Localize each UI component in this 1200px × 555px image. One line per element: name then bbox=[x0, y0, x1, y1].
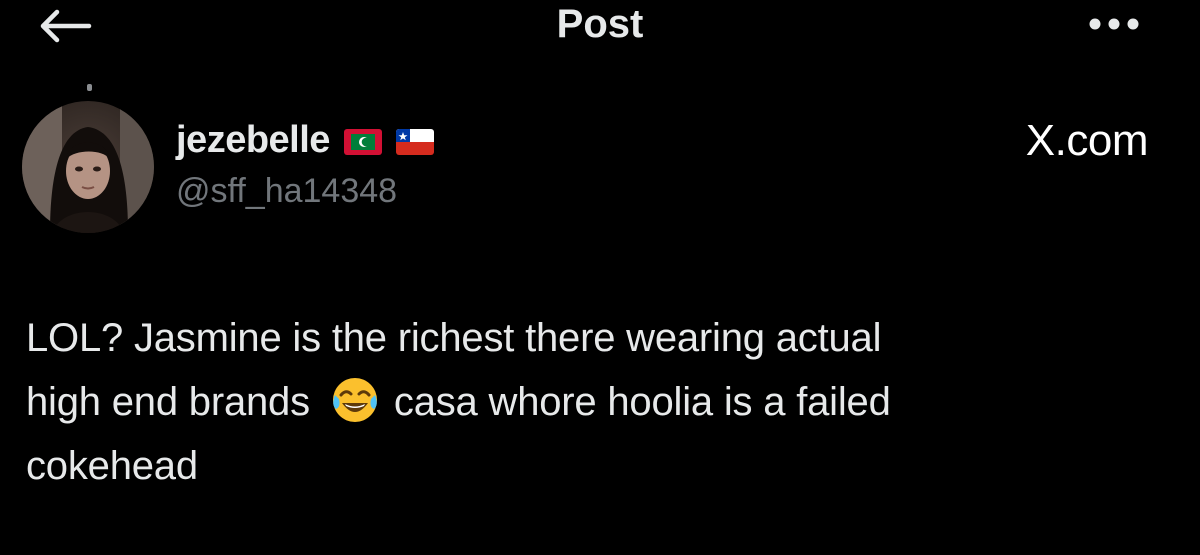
source-watermark: X.com bbox=[1025, 116, 1149, 165]
top-bar: Post bbox=[0, 0, 1200, 60]
post-line-2: high end brands casa whore hoolia is a f… bbox=[26, 370, 1146, 434]
face-with-tears-of-joy-icon bbox=[332, 378, 377, 422]
maldives-flag-icon bbox=[343, 129, 382, 155]
chile-flag-icon bbox=[395, 129, 434, 155]
avatar[interactable] bbox=[22, 101, 154, 233]
post-line-1: LOL? Jasmine is the richest there wearin… bbox=[26, 316, 882, 360]
back-button[interactable] bbox=[36, 6, 94, 46]
post-text: LOL? Jasmine is the richest there wearin… bbox=[26, 306, 1146, 498]
author-name-row: jezebelle bbox=[176, 116, 434, 164]
user-handle[interactable]: @sff_ha14348 bbox=[176, 172, 397, 211]
post-text-segment: high end brands bbox=[26, 380, 310, 424]
profile-photo bbox=[22, 101, 154, 233]
arrow-left-icon bbox=[40, 9, 92, 43]
page-title: Post bbox=[556, 2, 644, 46]
display-name[interactable]: jezebelle bbox=[176, 119, 330, 162]
post-line-3: cokehead bbox=[26, 444, 198, 488]
more-options-button[interactable] bbox=[1078, 6, 1150, 42]
thread-dot bbox=[87, 84, 92, 91]
post-text-segment: casa whore hoolia is a failed bbox=[393, 380, 891, 424]
more-horizontal-icon bbox=[1089, 18, 1139, 30]
